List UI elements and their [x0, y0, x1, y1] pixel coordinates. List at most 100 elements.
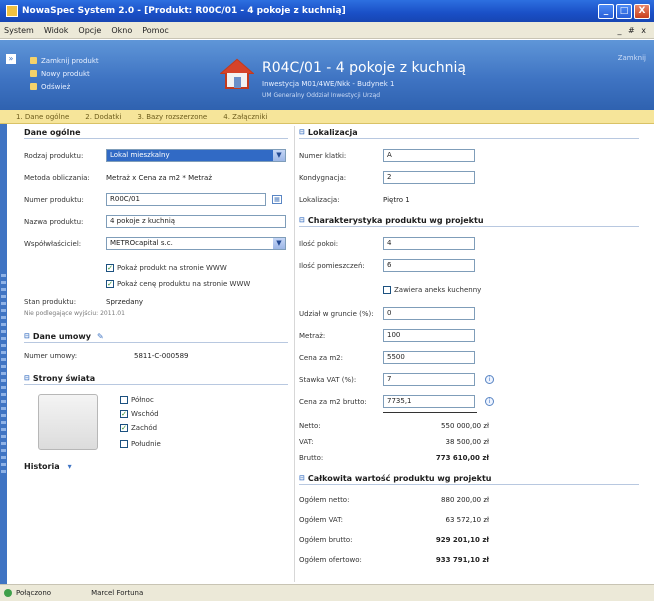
header-close-link[interactable]: Zamknij	[618, 54, 646, 62]
tab-extras[interactable]: 2. Dodatki	[85, 113, 121, 121]
kitchen-label: Zawiera aneks kuchenny	[394, 285, 482, 294]
building-input[interactable]: A	[383, 149, 475, 162]
menu-system[interactable]: System	[4, 26, 34, 35]
info-icon[interactable]: i	[485, 397, 494, 406]
rooms-input[interactable]: 4	[383, 237, 475, 250]
collapse-icon: ⊟	[299, 473, 305, 482]
window-titlebar[interactable]: NowaSpec System 2.0 - [Produkt: R00C/01 …	[0, 0, 654, 22]
right-pane: ⊟ Lokalizacja Numer klatki: A Kondygnacj…	[294, 126, 650, 582]
collapse-icon: ⊟	[299, 127, 305, 136]
folder-icon	[30, 57, 37, 64]
rooms2-label: Ilość pomieszczeń:	[299, 261, 365, 270]
section-location-header[interactable]: ⊟ Lokalizacja	[299, 126, 639, 139]
rooms2-input[interactable]: 6	[383, 259, 475, 272]
kitchen-checkbox-row[interactable]: Zawiera aneks kuchenny	[383, 282, 481, 297]
tab-general[interactable]: 1. Dane ogólne	[16, 113, 69, 121]
tabs-bar: 1. Dane ogólne 2. Dodatki 3. Bazy rozsze…	[0, 110, 654, 124]
direction-north-checkbox[interactable]	[120, 395, 128, 404]
maximize-button[interactable]: □	[616, 3, 632, 19]
direction-north-row[interactable]: Północ	[120, 392, 154, 407]
show-web-label: Pokaż produkt na stronie WWW	[117, 263, 227, 272]
product-type-select[interactable]: Lokal mieszkalny ▼	[106, 149, 286, 162]
show-price-checkbox-row[interactable]: ✓ Pokaż cenę produktu na stronie WWW	[106, 276, 286, 291]
section-total-header[interactable]: ⊟ Całkowita wartość produktu wg projektu	[299, 472, 639, 485]
menu-options[interactable]: Opcje	[78, 26, 101, 35]
quick-link-label: Zamknij produkt	[41, 56, 99, 65]
edit-icon[interactable]: ✎	[97, 330, 104, 343]
section-title: Historia	[24, 462, 60, 471]
mdi-controls[interactable]: _ # x	[617, 26, 648, 35]
quick-link-close-product[interactable]: Zamknij produkt	[30, 54, 99, 67]
section-general-header[interactable]: Dane ogólne	[24, 126, 288, 139]
status-note: Nie podlegające wyjściu: 2011.01	[24, 310, 125, 317]
menu-window[interactable]: Okno	[111, 26, 132, 35]
vat-amount-label: VAT:	[299, 437, 314, 446]
share-label: Udział w gruncie (%):	[299, 309, 374, 318]
location-value: Piętro 1	[383, 195, 410, 204]
menu-view[interactable]: Widok	[44, 26, 69, 35]
menu-help[interactable]: Pomoc	[142, 26, 169, 35]
total-net-value: 880 200,00 zł	[441, 496, 489, 504]
direction-label: Zachód	[131, 423, 158, 432]
app-icon	[6, 5, 18, 17]
sidebar-strip-label	[1, 274, 6, 474]
tab-attachments[interactable]: 4. Załączniki	[223, 113, 267, 121]
direction-south-checkbox[interactable]	[120, 439, 128, 448]
quick-link-refresh[interactable]: Odśwież	[30, 80, 99, 93]
area-input[interactable]: 100	[383, 329, 475, 342]
direction-west-checkbox[interactable]: ✓	[120, 423, 128, 432]
gross-value: 773 610,00 zł	[435, 454, 489, 462]
coowner-select[interactable]: METROcapital s.c. ▼	[106, 237, 286, 250]
kitchen-checkbox[interactable]	[383, 285, 391, 294]
section-title: Całkowita wartość produktu wg projektu	[307, 473, 492, 483]
contract-number-label: Numer umowy:	[24, 351, 78, 360]
compass-image	[38, 394, 98, 450]
section-title: Charakterystyka produktu wg projektu	[307, 215, 484, 225]
close-button[interactable]: X	[634, 3, 650, 19]
total-vat-label: Ogółem VAT:	[299, 515, 344, 524]
share-input[interactable]: 0	[383, 307, 475, 320]
gross-label: Brutto:	[299, 453, 324, 462]
chevron-down-icon: ▼	[273, 238, 285, 249]
show-price-checkbox[interactable]: ✓	[106, 279, 114, 288]
show-price-label: Pokaż cenę produktu na stronie WWW	[117, 279, 251, 288]
vat-rate-input[interactable]: 7	[383, 373, 475, 386]
section-title: Dane ogólne	[24, 127, 81, 137]
vat-amount-value: 38 500,00 zł	[445, 438, 489, 446]
section-world-header[interactable]: ⊟ Strony świata	[24, 372, 288, 385]
minimize-button[interactable]: _	[598, 3, 614, 19]
price-m2-input[interactable]: 5500	[383, 351, 475, 364]
new-icon	[30, 70, 37, 77]
left-sidebar-strip[interactable]	[0, 124, 7, 584]
contract-number-value: 5811-C-000589	[134, 351, 189, 360]
quick-link-new-product[interactable]: Nowy produkt	[30, 67, 99, 80]
calc-method-value: Metraż x Cena za m2 * Metraż	[106, 173, 213, 182]
floor-input[interactable]: 2	[383, 171, 475, 184]
show-web-checkbox-row[interactable]: ✓ Pokaż produkt na stronie WWW	[106, 260, 286, 275]
direction-west-row[interactable]: ✓ Zachód	[120, 420, 157, 435]
window-title: NowaSpec System 2.0 - [Produkt: R00C/01 …	[22, 6, 346, 16]
collapse-icon: ⊟	[299, 215, 305, 224]
product-name-input[interactable]: 4 pokoje z kuchnią	[106, 215, 286, 228]
tab-extended[interactable]: 3. Bazy rozszerzone	[137, 113, 207, 121]
section-contract-header[interactable]: ⊟ Dane umowy ✎	[24, 330, 288, 343]
direction-east-checkbox[interactable]: ✓	[120, 409, 128, 418]
section-title: Strony świata	[32, 373, 96, 383]
total-other-label: Ogółem ofertowo:	[299, 555, 362, 564]
product-type-label: Rodzaj produktu:	[24, 151, 84, 160]
collapse-button[interactable]: »	[6, 54, 16, 64]
product-number-input[interactable]: R00C/01	[106, 193, 266, 206]
product-number-label: Numer produktu:	[24, 195, 84, 204]
refresh-icon	[30, 83, 37, 90]
direction-south-row[interactable]: Południe	[120, 436, 161, 451]
price-gross-m2-input[interactable]: 7735,1	[383, 395, 475, 408]
direction-east-row[interactable]: ✓ Wschód	[120, 406, 159, 421]
section-project-header[interactable]: ⊟ Charakterystyka produktu wg projektu	[299, 214, 639, 227]
calendar-icon[interactable]: ▦	[272, 195, 282, 204]
page-subtitle-secondary: UM Generalny Oddział Inwestycji Urząd	[262, 92, 381, 99]
show-web-checkbox[interactable]: ✓	[106, 263, 114, 272]
info-icon[interactable]: i	[485, 375, 494, 384]
net-value: 550 000,00 zł	[441, 422, 489, 430]
section-history-header[interactable]: Historia ▾	[24, 460, 288, 473]
total-other-value: 933 791,10 zł	[435, 556, 489, 564]
